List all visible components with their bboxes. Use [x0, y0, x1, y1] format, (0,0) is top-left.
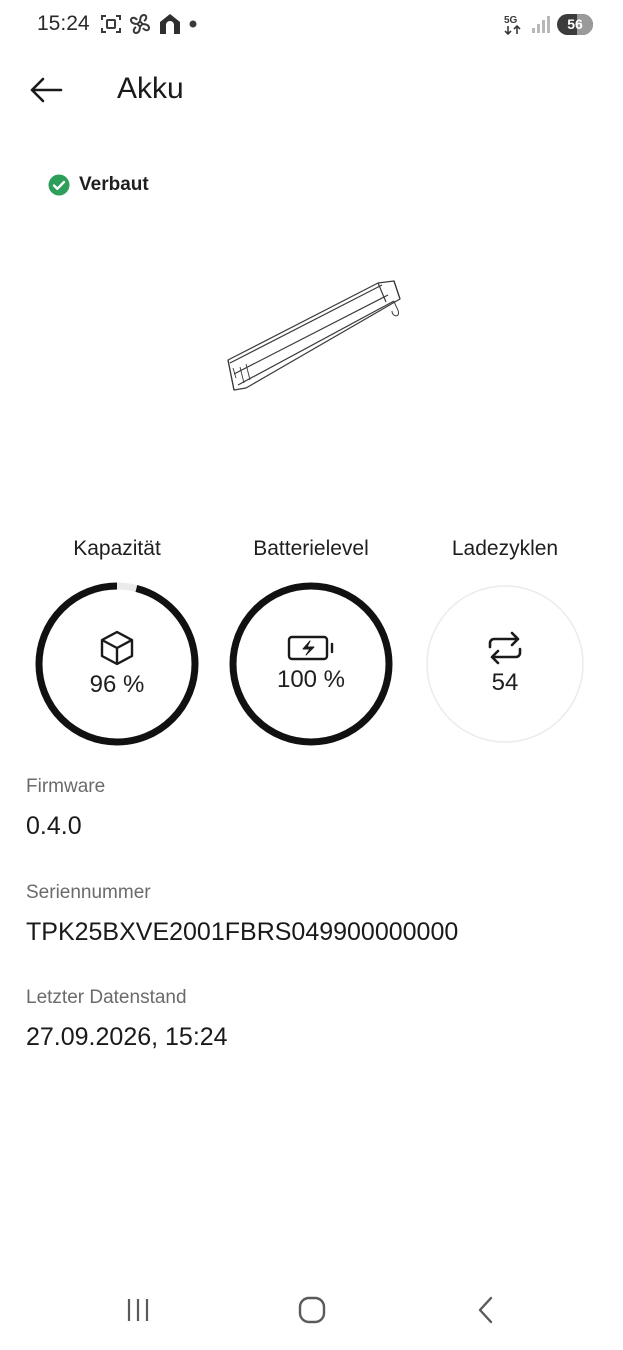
stat-label: Kapazität: [73, 537, 161, 560]
screenshot-icon: [100, 13, 122, 35]
last-update-value: 27.09.2026, 15:24: [26, 1023, 228, 1051]
stat-label: Ladezyklen: [451, 537, 559, 560]
stat-charge-cycles: Ladezyklen 54: [410, 535, 600, 749]
battery-level-value: 100 %: [276, 666, 346, 693]
recent-apps-icon: [127, 1299, 149, 1321]
check-circle-icon: [48, 174, 70, 196]
cycle-arrows-icon: [488, 631, 522, 665]
stat-battery-level: Batterielevel 100 %: [216, 535, 406, 749]
serial-number-value: TPK25BXVE2001FBRS049900000000: [26, 918, 459, 946]
svg-text:5G: 5G: [504, 15, 518, 26]
back-icon: [478, 1296, 493, 1324]
nav-back-button[interactable]: [456, 1292, 516, 1328]
status-icons-right: 5G 56: [503, 12, 593, 36]
battery-stats: Kapazität 96 % Batterielevel 100 % Ladez…: [0, 535, 623, 746]
battery-level-ring: 100 %: [226, 579, 396, 749]
status-icons-left: [100, 12, 198, 36]
firmware-label: Firmware: [26, 776, 106, 797]
arrow-left-icon: [30, 77, 63, 103]
status-badge: Verbaut: [48, 174, 149, 196]
status-bar: 15:24 5G 56: [0, 0, 623, 48]
system-nav-bar: [0, 1280, 623, 1340]
notification-dot-icon: [188, 19, 198, 29]
fan-icon: [128, 12, 152, 36]
last-update-field: Letzter Datenstand 27.09.2026, 15:24: [26, 987, 606, 1052]
page-title: Akku: [117, 72, 184, 105]
charge-cycles-value: 54: [491, 669, 519, 696]
firmware-field: Firmware 0.4.0: [26, 776, 606, 841]
last-update-label: Letzter Datenstand: [26, 987, 187, 1008]
back-button[interactable]: [24, 72, 68, 108]
battery-icon: 56: [557, 13, 593, 35]
battery-pack-image: [220, 275, 410, 400]
charge-cycles-ring: 54: [420, 579, 590, 749]
battery-level: 56: [567, 16, 583, 32]
serial-number-label: Seriennummer: [26, 882, 151, 903]
recent-apps-button[interactable]: [108, 1292, 168, 1328]
firmware-value: 0.4.0: [26, 812, 82, 840]
app-header: Akku: [0, 60, 623, 120]
capacity-value: 96 %: [89, 671, 145, 698]
status-time: 15:24: [37, 12, 90, 35]
stat-capacity: Kapazität 96 %: [22, 535, 212, 749]
home-button[interactable]: [282, 1292, 342, 1328]
cube-icon: [100, 630, 134, 666]
network-5g-icon: 5G: [503, 12, 525, 36]
signal-icon: [531, 14, 551, 34]
home-icon: [298, 1296, 326, 1324]
battery-charging-icon: [287, 635, 334, 661]
serial-number-field: Seriennummer TPK25BXVE2001FBRS0499000000…: [26, 882, 606, 947]
stat-label: Batterielevel: [253, 537, 369, 560]
home-app-icon: [158, 12, 182, 36]
status-badge-label: Verbaut: [79, 174, 149, 195]
capacity-ring: 96 %: [32, 579, 202, 749]
